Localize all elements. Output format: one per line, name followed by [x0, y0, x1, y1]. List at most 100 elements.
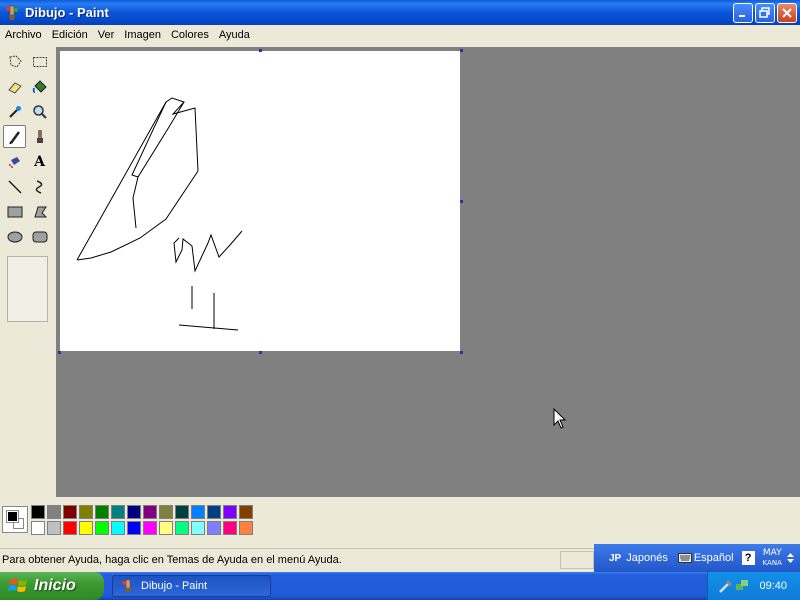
rectangle-tool[interactable] [3, 200, 26, 223]
palette-swatch[interactable] [95, 505, 109, 519]
language-help-button[interactable]: ? [741, 551, 755, 565]
clock[interactable]: 09:40 [759, 580, 787, 592]
resize-handle-bottom-right[interactable] [460, 351, 463, 354]
start-label: Inicio [34, 577, 76, 594]
palette-swatch[interactable] [31, 521, 45, 535]
eraser-tool[interactable] [3, 75, 26, 98]
menu-archivo[interactable]: Archivo [0, 29, 47, 41]
jp-code: JP [609, 552, 622, 564]
chevron-up-icon [786, 553, 794, 557]
palette-swatch[interactable] [95, 521, 109, 535]
palette-swatch[interactable] [63, 505, 77, 519]
color-picker-tool[interactable] [3, 100, 26, 123]
minimize-icon [739, 15, 745, 17]
mouse-cursor-icon [553, 408, 567, 429]
palette-swatch[interactable] [207, 521, 221, 535]
palette-swatch[interactable] [191, 521, 205, 535]
minimize-button[interactable] [733, 3, 753, 23]
palette-swatch[interactable] [159, 521, 173, 535]
curve-tool[interactable] [28, 175, 51, 198]
rounded-rectangle-icon [32, 231, 47, 242]
language-bar[interactable]: JP Japonés Español ? MAY KANA [594, 544, 800, 572]
palette-swatch[interactable] [223, 521, 237, 535]
pencil-tool[interactable] [3, 125, 26, 148]
fill-bucket-icon [32, 79, 47, 93]
close-button[interactable] [777, 3, 797, 23]
network-icon[interactable] [735, 579, 749, 593]
palette-swatch[interactable] [143, 505, 157, 519]
window-title: Dibujo - Paint [25, 5, 109, 20]
palette-swatch[interactable] [79, 505, 93, 519]
fill-bucket-tool[interactable] [28, 75, 51, 98]
palette-swatch[interactable] [175, 505, 189, 519]
status-coordinates-cell [560, 551, 594, 569]
resize-handle-bottom-left[interactable] [58, 351, 61, 354]
palette-swatch[interactable] [239, 521, 253, 535]
free-form-select-icon [8, 54, 22, 68]
drawing-canvas[interactable] [60, 51, 460, 351]
palette-swatch[interactable] [79, 521, 93, 535]
menu-edicion[interactable]: Edición [47, 29, 93, 41]
palette-swatch[interactable] [127, 505, 141, 519]
resize-handle-right[interactable] [460, 200, 463, 203]
tools-icon[interactable] [718, 578, 734, 594]
polygon-icon [33, 206, 47, 217]
rounded-rectangle-tool[interactable] [28, 225, 51, 248]
help-icon: ? [744, 552, 752, 564]
palette-swatch[interactable] [159, 505, 173, 519]
menu-ver[interactable]: Ver [93, 29, 120, 41]
palette-swatch[interactable] [111, 505, 125, 519]
palette-swatch[interactable] [239, 505, 253, 519]
palette-swatch[interactable] [47, 505, 61, 519]
text-tool[interactable]: A [28, 150, 51, 173]
paint-app-icon[interactable] [4, 5, 20, 21]
taskbar-item-label: Dibujo - Paint [141, 580, 208, 592]
resize-handle-top-right[interactable] [460, 49, 463, 52]
current-colors[interactable] [2, 506, 28, 533]
work-area[interactable] [56, 47, 800, 497]
keyboard-icon [677, 553, 692, 563]
brush-tool[interactable] [28, 125, 51, 148]
palette-swatch[interactable] [63, 521, 77, 535]
tool-options-box[interactable] [7, 256, 48, 322]
restore-button[interactable] [755, 3, 775, 23]
palette-swatch[interactable] [111, 521, 125, 535]
rectangle-icon [7, 206, 22, 217]
menu-colores[interactable]: Colores [166, 29, 214, 41]
langbar-options-icon[interactable] [786, 552, 794, 564]
toolbox: A [0, 47, 56, 497]
resize-handle-bottom[interactable] [259, 351, 262, 354]
rectangle-select-tool[interactable] [28, 50, 51, 73]
menu-ayuda[interactable]: Ayuda [214, 29, 255, 41]
japanese-label: Japonés [626, 552, 668, 564]
palette-swatch[interactable] [31, 505, 45, 519]
magnifier-tool[interactable] [28, 100, 51, 123]
menu-imagen[interactable]: Imagen [119, 29, 166, 41]
language-spanish[interactable]: Español [677, 552, 734, 564]
ime-mode[interactable]: MAY KANA [763, 548, 782, 568]
polygon-tool[interactable] [28, 200, 51, 223]
paint-app-icon [122, 579, 131, 592]
palette-swatch[interactable] [191, 505, 205, 519]
language-japanese[interactable]: JP Japonés [606, 552, 668, 564]
title-bar[interactable]: Dibujo - Paint [0, 0, 800, 25]
line-tool[interactable] [3, 175, 26, 198]
line-icon [7, 179, 22, 194]
taskbar-item-paint[interactable]: Dibujo - Paint [112, 575, 271, 597]
color-palette [0, 497, 800, 544]
palette-swatch[interactable] [207, 505, 221, 519]
ellipse-tool[interactable] [3, 225, 26, 248]
airbrush-tool[interactable] [3, 150, 26, 173]
start-button[interactable]: Inicio [0, 572, 104, 600]
windows-logo-icon [8, 579, 27, 592]
palette-swatch[interactable] [47, 521, 61, 535]
free-form-select-tool[interactable] [3, 50, 26, 73]
close-icon [782, 8, 792, 18]
palette-swatch[interactable] [223, 505, 237, 519]
taskbar: Inicio Dibujo - Paint 09:40 [0, 572, 800, 600]
palette-swatch[interactable] [175, 521, 189, 535]
resize-handle-top[interactable] [259, 49, 262, 52]
palette-swatch[interactable] [143, 521, 157, 535]
caps-label: MAY [762, 548, 782, 558]
palette-swatch[interactable] [127, 521, 141, 535]
